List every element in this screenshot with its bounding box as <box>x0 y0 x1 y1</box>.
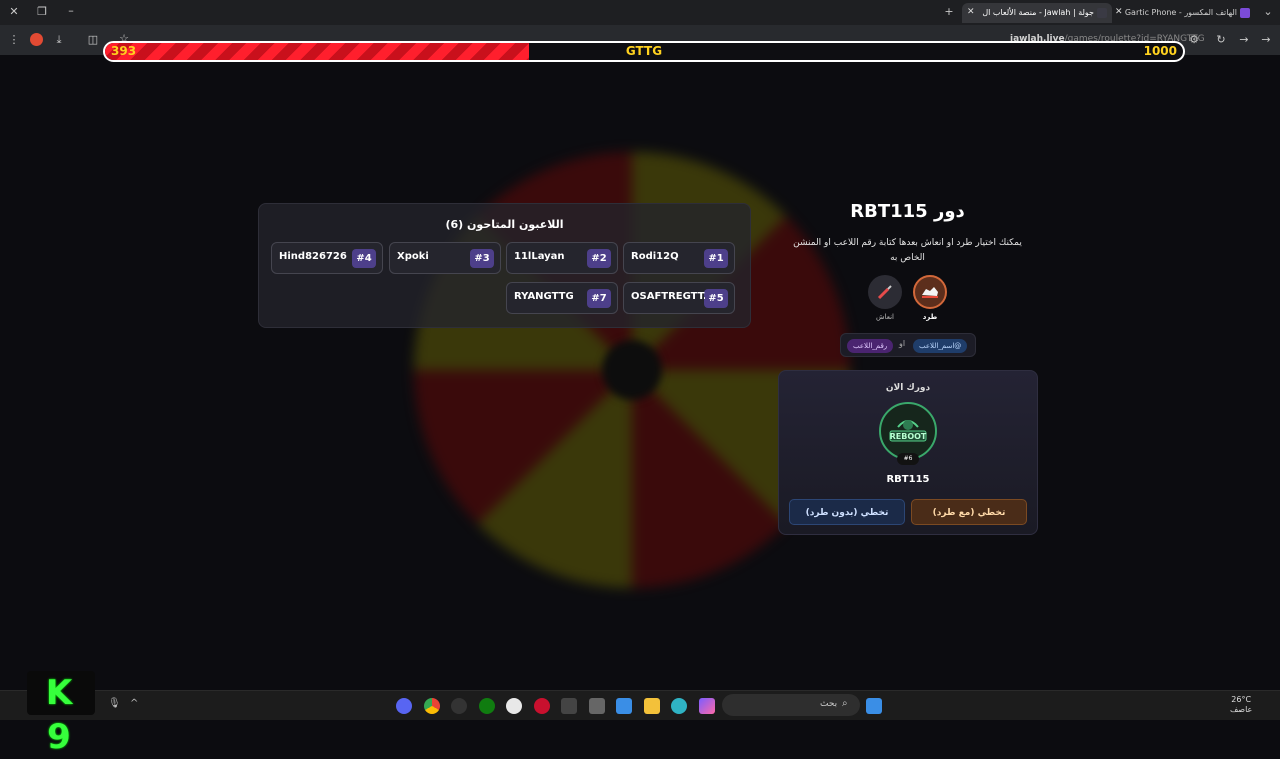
app-red-icon[interactable] <box>534 698 550 714</box>
copilot-icon[interactable] <box>699 698 715 714</box>
mention-chip: @اسم_اللاعب <box>913 339 968 353</box>
jawlah-favicon-icon <box>1097 8 1107 18</box>
turn-title: دور RBT115 <box>850 201 965 222</box>
available-players-panel: اللاعبون المتاحون (6) #1 Rodi12Q #2 11lL… <box>258 203 751 328</box>
player-card[interactable]: #7 RYANGTTG <box>506 282 618 314</box>
player-number: #1 <box>704 249 728 268</box>
reboot-logo-icon: REBOOT <box>889 420 927 442</box>
avatar-number-badge: #6 <box>897 453 919 465</box>
hint-or-text: او <box>899 339 906 348</box>
search-icon: ⌕ <box>842 698 848 709</box>
input-format-hint: @اسم_اللاعب او رقم_اللاعب <box>840 333 976 357</box>
back-arrow-icon[interactable]: → <box>1258 33 1274 47</box>
edge-icon[interactable] <box>671 698 687 714</box>
taskbar-search-input[interactable] <box>722 694 860 716</box>
tab-gartic[interactable]: ✕ الهاتف المكسور - Gartic Phone <box>1110 3 1255 23</box>
browser-tabstrip: ✕ ❐ – + ✕ جولة | Jawlah - منصة الألعاب ا… <box>0 0 1280 25</box>
chrome-icon[interactable] <box>424 698 440 714</box>
player-name: 11lLayan <box>514 251 565 262</box>
windows-taskbar: 🎙 ^ <box>0 690 1280 720</box>
extensions-icon[interactable]: ◫ <box>85 33 101 47</box>
number-chip: رقم_اللاعب <box>847 339 894 353</box>
player-name: Rodi12Q <box>631 251 679 262</box>
weather-widget[interactable]: 26°C عاصف <box>1230 695 1252 715</box>
kick-action-button[interactable]: طرد <box>912 275 948 321</box>
player-card[interactable]: #5 OSAFTREGTT... <box>623 282 735 314</box>
window-close-icon[interactable]: ✕ <box>6 5 22 19</box>
turn-description: يمكنك اختيار طرد او انعاش بعدها كتابة رق… <box>793 238 1022 263</box>
player-number: #4 <box>352 249 376 268</box>
obs-icon[interactable] <box>451 698 467 714</box>
tab-close-icon[interactable]: ✕ <box>1115 7 1123 17</box>
current-turn-card: دورك الان REBOOT #6 RBT115 تخطي (مع طرد)… <box>778 370 1038 535</box>
progress-current-value: 393 <box>111 44 137 58</box>
revive-label: انعاش <box>876 313 894 321</box>
avatar: REBOOT <box>879 402 937 460</box>
kick-label: طرد <box>922 313 938 321</box>
skip-with-kick-button[interactable]: تخطي (مع طرد) <box>911 499 1027 525</box>
player-number: #5 <box>704 289 728 308</box>
syringe-icon <box>868 275 902 309</box>
tab-label: جولة | Jawlah - منصة الألعاب ال <box>982 8 1094 17</box>
tab-search-chevron-icon[interactable]: ⌄ <box>1260 5 1276 19</box>
weather-condition: عاصف <box>1230 705 1253 714</box>
current-player-name: RBT115 <box>886 474 930 485</box>
new-tab-icon[interactable]: + <box>941 5 957 19</box>
settings-cube-icon[interactable] <box>589 698 605 714</box>
avatar-logo-text: REBOOT <box>890 432 927 441</box>
kick-shoe-icon <box>913 275 947 309</box>
player-name: OSAFTREGTT... <box>631 291 705 302</box>
temperature: 26°C <box>1231 695 1252 704</box>
forward-arrow-icon[interactable]: → <box>1236 33 1252 47</box>
current-turn-label: دورك الان <box>885 383 931 393</box>
tab-jawlah[interactable]: ✕ جولة | Jawlah - منصة الألعاب ال <box>962 3 1112 23</box>
windows-start-icon[interactable] <box>866 698 882 714</box>
player-card[interactable]: #1 Rodi12Q <box>623 242 735 274</box>
tray-chevron-up-icon[interactable]: ^ <box>130 698 142 714</box>
roulette-wheel-hub <box>602 340 662 400</box>
revive-action-button[interactable]: انعاش <box>867 275 903 321</box>
file-explorer-icon[interactable] <box>644 698 660 714</box>
xbox-icon[interactable] <box>479 698 495 714</box>
player-number: #7 <box>587 289 611 308</box>
window-restore-icon[interactable]: ❐ <box>34 5 50 19</box>
microphone-icon[interactable]: 🎙 <box>108 698 121 714</box>
score-progress-bar: GTTG 393 1000 <box>103 41 1185 62</box>
window-minimize-icon[interactable]: – <box>63 4 79 18</box>
player-name: RYANGTTG <box>514 291 574 302</box>
player-number: #3 <box>470 249 494 268</box>
progress-center-label: GTTG <box>625 44 663 58</box>
player-name: Hind826726 <box>279 251 347 262</box>
player-number: #2 <box>587 249 611 268</box>
discord-icon[interactable] <box>396 698 412 714</box>
progress-max-value: 1000 <box>1143 44 1177 58</box>
tab-label: الهاتف المكسور - Gartic Phone <box>1124 8 1237 17</box>
pen-icon[interactable] <box>561 698 577 714</box>
menu-dots-icon[interactable]: ⋮ <box>6 33 22 47</box>
profile-avatar-icon[interactable] <box>30 33 43 46</box>
gartic-favicon-icon <box>1240 8 1250 18</box>
player-card[interactable]: #4 Hind826726 <box>271 242 383 274</box>
download-icon[interactable]: ⤓ <box>51 33 67 47</box>
available-players-title: اللاعبون المتاحون (6) <box>445 218 564 231</box>
github-icon[interactable] <box>506 698 522 714</box>
k9-watermark-logo: K 9 <box>27 671 95 757</box>
player-card[interactable]: #2 11lLayan <box>506 242 618 274</box>
player-name: Xpoki <box>397 251 429 262</box>
taskbar-search-placeholder: بحث <box>820 699 838 709</box>
tab-close-icon[interactable]: ✕ <box>967 7 975 17</box>
reload-icon[interactable]: ↻ <box>1213 33 1229 47</box>
player-card[interactable]: #3 Xpoki <box>389 242 501 274</box>
skip-without-kick-button[interactable]: تخطي (بدون طرد) <box>789 499 905 525</box>
mail-icon[interactable] <box>616 698 632 714</box>
